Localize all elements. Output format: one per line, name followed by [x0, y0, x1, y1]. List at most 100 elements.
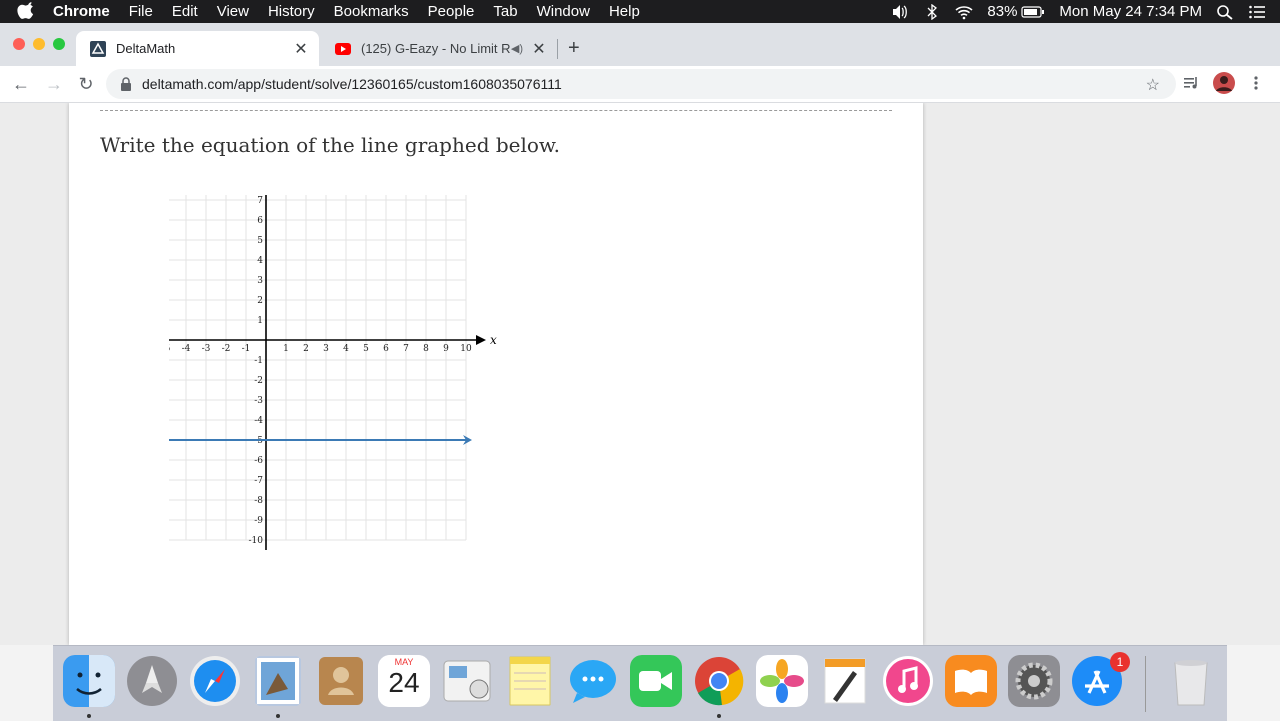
menu-history[interactable]: History: [268, 3, 315, 20]
finder-icon[interactable]: [63, 655, 115, 707]
x-tick-label: 7: [403, 344, 409, 354]
launchpad-icon[interactable]: [126, 655, 178, 707]
menu-people[interactable]: People: [428, 3, 475, 20]
tab-title: DeltaMath: [116, 41, 176, 56]
x-tick-label: 5: [363, 344, 369, 354]
forward-arrow-icon[interactable]: →: [44, 74, 64, 94]
bluetooth-icon[interactable]: [923, 3, 941, 20]
problem-card: Write the equation of the line graphed b…: [69, 103, 923, 645]
back-arrow-icon[interactable]: ←: [11, 74, 31, 94]
profile-avatar[interactable]: [1213, 72, 1235, 94]
y-tick-label: 4: [257, 256, 263, 266]
calendar-month: MAY: [394, 657, 414, 667]
system-preferences-gear-icon[interactable]: [1008, 655, 1060, 707]
battery-percent: 83%: [987, 3, 1018, 20]
music-icon[interactable]: [882, 655, 934, 707]
y-tick-label: -10: [249, 536, 264, 546]
pages-icon[interactable]: [819, 655, 871, 707]
menu-bookmarks[interactable]: Bookmarks: [334, 3, 409, 20]
mail-stamp-icon[interactable]: [252, 655, 304, 707]
y-tick-label: -7: [254, 476, 263, 486]
x-tick-label: 10: [460, 344, 472, 354]
menu-help[interactable]: Help: [609, 3, 640, 20]
coordinate-graph[interactable]: xy-10-9-8-7-6-5-4-3-2-112345678910109876…: [169, 195, 629, 645]
volume-icon[interactable]: [891, 4, 909, 20]
running-indicator: [717, 714, 721, 718]
x-axis-label: x: [490, 333, 497, 347]
menu-file[interactable]: File: [129, 3, 153, 20]
calendar-day: 24: [388, 667, 420, 698]
tab-deltamath[interactable]: DeltaMath ✕: [76, 31, 319, 66]
y-tick-label: -8: [254, 496, 263, 506]
calendar-date: MAY 24: [378, 655, 430, 707]
dock-separator: [1145, 656, 1146, 712]
running-indicator: [276, 714, 280, 718]
x-tick-label: -4: [182, 344, 191, 354]
question-text: Write the equation of the line graphed b…: [100, 133, 561, 157]
menu-view[interactable]: View: [217, 3, 249, 20]
wifi-icon[interactable]: [955, 4, 973, 20]
messages-icon[interactable]: [567, 655, 619, 707]
x-axis-arrow-right: [476, 335, 486, 345]
youtube-favicon-icon: [335, 42, 351, 55]
menu-app-name[interactable]: Chrome: [53, 3, 110, 20]
bookmark-star-icon[interactable]: ☆: [1146, 75, 1160, 95]
x-tick-label: -2: [222, 344, 231, 354]
chrome-icon[interactable]: [693, 655, 745, 707]
lock-icon[interactable]: [120, 77, 132, 91]
browser-window: DeltaMath ✕ (125) G-Eazy - No Limit RE ◀…: [0, 23, 1280, 645]
menu-bar: Chrome File Edit View History Bookmarks …: [0, 0, 1280, 23]
x-tick-label: -5: [169, 344, 171, 354]
menu-window[interactable]: Window: [537, 3, 590, 20]
notes-icon[interactable]: [504, 655, 556, 707]
window-minimize-button[interactable]: [33, 38, 45, 50]
page-content: Write the equation of the line graphed b…: [0, 103, 1280, 645]
window-close-button[interactable]: [13, 38, 25, 50]
safari-icon[interactable]: [189, 655, 241, 707]
x-tick-label: -3: [202, 344, 211, 354]
y-tick-label: -9: [254, 516, 263, 526]
new-tab-plus-icon[interactable]: +: [568, 37, 580, 60]
tab-close-icon[interactable]: ✕: [291, 39, 311, 59]
photos-icon[interactable]: [756, 655, 808, 707]
clock[interactable]: Mon May 24 7:34 PM: [1059, 3, 1202, 20]
address-bar[interactable]: deltamath.com/app/student/solve/12360165…: [106, 69, 1176, 99]
x-tick-label: 2: [303, 344, 309, 354]
x-tick-label: -1: [242, 344, 251, 354]
tab-youtube[interactable]: (125) G-Eazy - No Limit RE ◀) ✕: [321, 31, 557, 66]
app-store-badge: 1: [1110, 652, 1130, 672]
spotlight-search-icon[interactable]: [1216, 4, 1234, 20]
x-tick-label: 4: [343, 344, 349, 354]
url-text[interactable]: deltamath.com/app/student/solve/12360165…: [142, 76, 562, 92]
trash-icon[interactable]: [1165, 655, 1217, 707]
tab-title: (125) G-Eazy - No Limit RE: [361, 41, 511, 56]
y-tick-label: 5: [257, 236, 263, 246]
facetime-icon[interactable]: [630, 655, 682, 707]
more-menu-icon[interactable]: [1250, 74, 1262, 92]
apple-icon[interactable]: [17, 1, 37, 22]
media-controls-icon[interactable]: [1182, 74, 1200, 92]
reminders-icon[interactable]: [441, 655, 493, 707]
tab-close-icon[interactable]: ✕: [529, 39, 549, 59]
y-tick-label: 2: [257, 296, 263, 306]
y-tick-label: -4: [254, 416, 263, 426]
divider: [100, 110, 892, 111]
window-maximize-button[interactable]: [53, 38, 65, 50]
notification-center-icon[interactable]: [1248, 4, 1266, 20]
browser-toolbar: ← → ↻ deltamath.com/app/student/solve/12…: [0, 66, 1280, 103]
reload-icon[interactable]: ↻: [76, 74, 96, 94]
y-tick-label: 1: [257, 316, 263, 326]
x-tick-label: 6: [383, 344, 389, 354]
menu-edit[interactable]: Edit: [172, 3, 198, 20]
tab-audio-playing-icon[interactable]: ◀): [511, 42, 523, 55]
tab-separator: [557, 39, 558, 59]
books-icon[interactable]: [945, 655, 997, 707]
dock: MAY 24 1: [53, 645, 1227, 721]
battery-icon[interactable]: [1021, 4, 1045, 20]
y-tick-label: -3: [254, 396, 263, 406]
contacts-icon[interactable]: [315, 655, 367, 707]
y-tick-label: 3: [257, 276, 263, 286]
running-indicator: [87, 714, 91, 718]
y-tick-label: -1: [254, 356, 263, 366]
menu-tab[interactable]: Tab: [493, 3, 517, 20]
